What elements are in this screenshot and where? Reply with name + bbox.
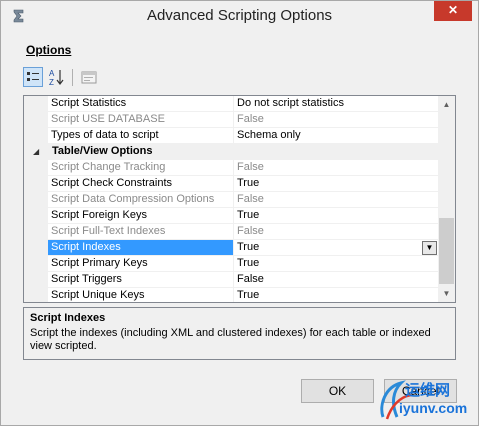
property-row[interactable]: Script Primary Keys True xyxy=(24,256,438,272)
description-text: Script the indexes (including XML and cl… xyxy=(30,327,431,352)
property-value[interactable]: True xyxy=(234,256,438,272)
value-dropdown-icon[interactable]: ▼ xyxy=(422,241,437,255)
row-gutter xyxy=(24,176,48,192)
property-value xyxy=(234,144,438,160)
property-name[interactable]: Script Indexes xyxy=(48,240,233,256)
collapse-caret-icon[interactable]: ◢ xyxy=(33,147,39,156)
property-value[interactable]: False xyxy=(234,160,438,176)
options-heading-text: Options xyxy=(26,43,72,57)
property-row[interactable]: Script Data Compression Options False xyxy=(24,192,438,208)
row-gutter xyxy=(24,128,48,144)
property-value[interactable]: True xyxy=(234,288,438,302)
category-label[interactable]: Table/View Options xyxy=(48,144,233,160)
description-title: Script Indexes xyxy=(30,312,106,324)
property-value[interactable]: False xyxy=(234,224,438,240)
property-name[interactable]: Script Data Compression Options xyxy=(48,192,233,208)
toolbar-separator xyxy=(72,69,73,86)
row-gutter xyxy=(24,240,48,256)
property-value[interactable]: False xyxy=(234,192,438,208)
property-name[interactable]: Script Full-Text Indexes xyxy=(48,224,233,240)
property-value[interactable]: True xyxy=(234,176,438,192)
property-name[interactable]: Types of data to script xyxy=(48,128,233,144)
property-grid[interactable]: Script Statistics Do not script statistic… xyxy=(23,95,456,303)
property-value[interactable]: True xyxy=(234,240,438,256)
ok-button[interactable]: OK xyxy=(301,379,374,403)
dialog-window: Advanced Scripting Options ✕ Options A Z xyxy=(0,0,479,426)
property-value[interactable]: False xyxy=(234,112,438,128)
description-panel: Script Indexes Script the indexes (inclu… xyxy=(23,307,456,360)
row-gutter xyxy=(24,224,48,240)
property-name[interactable]: Script USE DATABASE xyxy=(48,112,233,128)
window-title: Advanced Scripting Options xyxy=(146,7,333,24)
sort-az-icon: A Z xyxy=(49,69,64,87)
options-heading: Options xyxy=(26,43,71,57)
property-value[interactable]: False xyxy=(234,272,438,288)
vertical-scrollbar[interactable]: ▲ ▼ xyxy=(438,96,455,302)
property-pages-icon xyxy=(81,71,97,84)
property-name[interactable]: Script Foreign Keys xyxy=(48,208,233,224)
title-bar[interactable]: Advanced Scripting Options ✕ xyxy=(1,1,478,31)
property-row[interactable]: Script USE DATABASE False xyxy=(24,112,438,128)
scroll-down-icon[interactable]: ▼ xyxy=(438,285,455,302)
scrollbar-thumb[interactable] xyxy=(439,218,454,284)
category-row[interactable]: ◢ Table/View Options xyxy=(24,144,438,160)
svg-text:Z: Z xyxy=(49,78,54,87)
property-row[interactable]: Script Change Tracking False xyxy=(24,160,438,176)
row-gutter xyxy=(24,256,48,272)
property-row[interactable]: Script Unique Keys True xyxy=(24,288,438,302)
row-gutter xyxy=(24,112,48,128)
property-row[interactable]: Script Triggers False xyxy=(24,272,438,288)
property-row[interactable]: Script Check Constraints True xyxy=(24,176,438,192)
property-row[interactable]: Script Indexes True ▼ xyxy=(24,240,438,256)
svg-text:A: A xyxy=(49,69,55,78)
property-row[interactable]: Types of data to script Schema only xyxy=(24,128,438,144)
property-value[interactable]: Schema only xyxy=(234,128,438,144)
categorized-icon xyxy=(27,72,39,81)
property-value[interactable]: True xyxy=(234,208,438,224)
row-gutter xyxy=(24,160,48,176)
row-gutter xyxy=(24,96,48,112)
property-value[interactable]: Do not script statistics xyxy=(234,96,438,112)
row-gutter xyxy=(24,192,48,208)
property-name[interactable]: Script Statistics xyxy=(48,96,233,112)
scroll-up-icon[interactable]: ▲ xyxy=(438,96,455,113)
property-row[interactable]: Script Statistics Do not script statistic… xyxy=(24,96,438,112)
property-name[interactable]: Script Check Constraints xyxy=(48,176,233,192)
close-button[interactable]: ✕ xyxy=(434,1,472,21)
row-gutter xyxy=(24,288,48,302)
row-gutter xyxy=(24,208,48,224)
categorized-button[interactable] xyxy=(23,67,43,87)
property-name[interactable]: Script Triggers xyxy=(48,272,233,288)
property-name[interactable]: Script Change Tracking xyxy=(48,160,233,176)
alphabetical-button[interactable]: A Z xyxy=(47,67,67,87)
property-row[interactable]: Script Full-Text Indexes False xyxy=(24,224,438,240)
property-name[interactable]: Script Primary Keys xyxy=(48,256,233,272)
cancel-button[interactable]: Cancel xyxy=(384,379,457,403)
property-row[interactable]: Script Foreign Keys True xyxy=(24,208,438,224)
property-pages-button[interactable] xyxy=(79,67,99,87)
row-gutter xyxy=(24,272,48,288)
property-name[interactable]: Script Unique Keys xyxy=(48,288,233,302)
row-gutter: ◢ xyxy=(24,144,48,160)
